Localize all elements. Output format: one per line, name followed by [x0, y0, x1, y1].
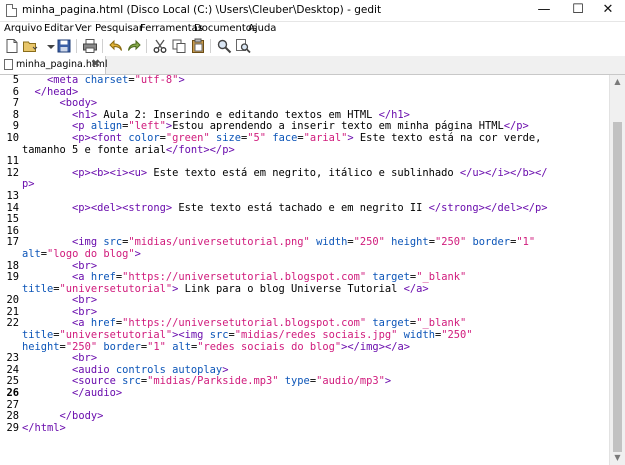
line-content: <p><b><i><u> Este texto está em negrito,… — [72, 166, 548, 179]
code-line: 15 — [0, 214, 609, 226]
find-icon[interactable] — [216, 38, 232, 54]
line-number: 29 — [6, 421, 19, 434]
line-content: tamanho 5 e fonte arial</font></p> — [22, 143, 235, 156]
line-number: 11 — [6, 155, 19, 168]
line-number: 13 — [6, 189, 19, 202]
line-number: 17 — [6, 236, 19, 249]
close-button[interactable]: ✕ — [588, 0, 625, 20]
document-icon — [4, 59, 13, 70]
vertical-scrollbar[interactable]: ▲ ▼ — [609, 75, 625, 465]
copy-icon[interactable] — [171, 38, 187, 54]
tab-strip: minha_pagina.html ✖ — [0, 56, 625, 75]
menu-ver[interactable]: Ver — [75, 22, 91, 36]
menu-editar[interactable]: Editar — [44, 22, 74, 36]
code-area[interactable]: 5 <meta charset="utf-8"> 6 </head> 7 <body… — [0, 75, 609, 434]
new-document-icon[interactable] — [4, 38, 20, 54]
close-icon[interactable]: ✖ — [91, 57, 100, 70]
scrollbar-thumb[interactable] — [613, 122, 622, 452]
toolbar-separator — [146, 39, 147, 53]
code-line: 28 </body> — [0, 410, 609, 423]
text-editor[interactable]: 5 <meta charset="utf-8"> 6 </head> 7 <body… — [0, 75, 609, 465]
line-number: 19 — [6, 271, 19, 284]
code-line: 5 <meta charset="utf-8"> — [0, 75, 609, 87]
scroll-down-arrow-icon[interactable]: ▼ — [610, 451, 625, 465]
save-icon[interactable] — [56, 38, 72, 54]
code-line: 12 <p><b><i><u> Este texto está em negri… — [0, 166, 609, 180]
cut-icon[interactable] — [152, 38, 168, 54]
line-content: <p><del><strong> Este texto está tachado… — [72, 201, 548, 214]
line-number: 10 — [6, 131, 19, 144]
undo-icon[interactable] — [108, 38, 124, 54]
print-icon[interactable] — [82, 38, 98, 54]
window-title: minha_pagina.html (Disco Local (C:) \Use… — [22, 4, 382, 16]
code-line: tamanho 5 e fonte arial</font></p> — [0, 143, 609, 157]
line-number: 5 — [12, 75, 19, 86]
toolbar-separator — [102, 39, 103, 53]
code-line: p> — [0, 179, 609, 191]
scroll-up-arrow-icon[interactable]: ▲ — [610, 75, 625, 89]
line-number: 26 — [6, 387, 19, 400]
paste-icon[interactable] — [190, 38, 206, 54]
line-content: p> — [22, 178, 35, 191]
title-bar: minha_pagina.html (Disco Local (C:) \Use… — [0, 0, 625, 22]
menu-ajuda[interactable]: Ajuda — [248, 22, 276, 36]
line-number: 15 — [6, 213, 19, 226]
toolbar-separator — [76, 39, 77, 53]
line-number: 22 — [6, 317, 19, 330]
document-tab[interactable]: minha_pagina.html ✖ — [0, 56, 108, 74]
menu-pesquisar[interactable]: Pesquisar — [95, 22, 143, 36]
gedit-app-icon — [6, 4, 17, 17]
open-icon[interactable] — [22, 38, 38, 54]
toolbar-separator — [210, 39, 211, 53]
code-line: 29 </html> — [0, 421, 609, 435]
find-replace-icon[interactable] — [235, 38, 251, 54]
redo-icon[interactable] — [126, 38, 142, 54]
line-number: 12 — [6, 166, 19, 179]
line-content: </audio> — [72, 387, 123, 400]
line-content: </html> — [22, 421, 66, 434]
toolbar — [0, 36, 625, 56]
menu-arquivo[interactable]: Arquivo — [4, 22, 42, 36]
menu-bar: Arquivo Editar Ver Pesquisar Ferramentas… — [0, 22, 625, 36]
code-line: 14 <p><del><strong> Este texto está tach… — [0, 201, 609, 215]
code-line: 26 </audio> — [0, 387, 609, 400]
